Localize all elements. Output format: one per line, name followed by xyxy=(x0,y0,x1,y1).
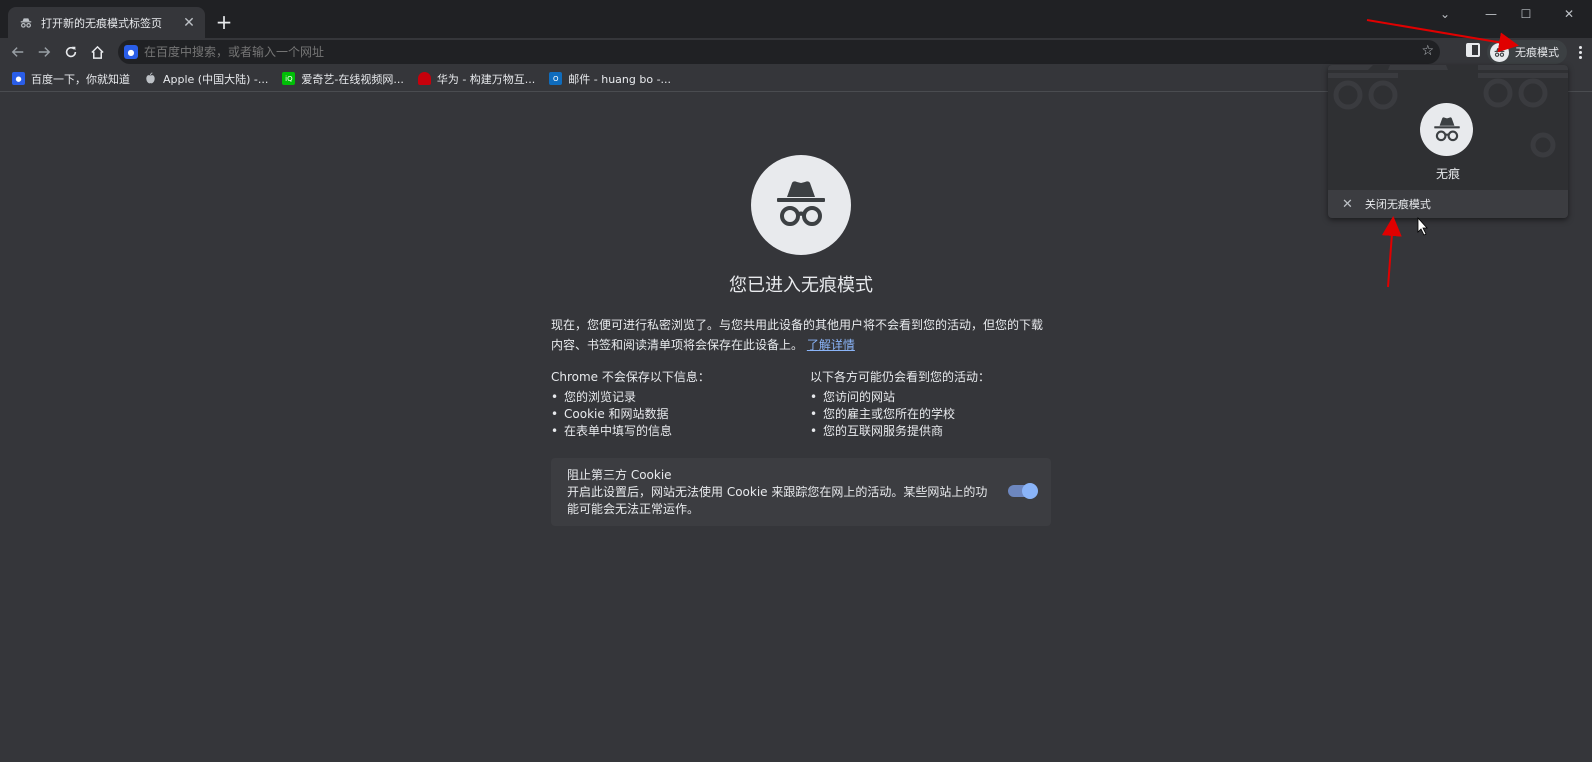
bookmark-label: Apple (中国大陆) -... xyxy=(163,72,269,86)
bookmark-label: 爱奇艺-在线视频网... xyxy=(301,72,404,86)
tab-search-icon[interactable]: ⌄ xyxy=(1422,4,1468,24)
list-item: 您访问的网站 xyxy=(810,389,1060,406)
list-item: 您的浏览记录 xyxy=(551,389,801,406)
cookie-title: 阻止第三方 Cookie xyxy=(567,468,672,482)
huawei-icon xyxy=(417,72,431,85)
iqiyi-icon: iQ xyxy=(282,72,296,85)
profile-menu-popup: 无痕 ✕ 关闭无痕模式 xyxy=(1328,65,1568,218)
more-menu-icon[interactable] xyxy=(1574,41,1586,63)
may-see-column: 以下各方可能仍会看到您的活动： 您访问的网站 您的雇主或您所在的学校 您的互联网… xyxy=(810,367,1060,440)
baidu-icon: ● xyxy=(12,72,25,85)
cookie-controls-card: 阻止第三方 Cookie 开启此设置后，网站无法使用 Cookie 来跟踪您在网… xyxy=(551,458,1051,526)
home-icon[interactable] xyxy=(86,41,108,63)
intro-paragraph: 现在，您便可进行私密浏览了。与您共用此设备的其他用户将不会看到您的活动，但您的下… xyxy=(551,318,1044,352)
list-item: Cookie 和网站数据 xyxy=(551,406,801,423)
not-saved-column: Chrome 不会保存以下信息： 您的浏览记录 Cookie 和网站数据 在表单… xyxy=(551,367,801,440)
bookmark-item[interactable]: O 邮件 - huang bo -... xyxy=(549,71,671,87)
tab-incognito[interactable]: 打开新的无痕模式标签页 ✕ xyxy=(8,7,205,38)
tab-title: 打开新的无痕模式标签页 xyxy=(41,16,162,30)
outlook-icon: O xyxy=(549,72,563,85)
toolbar: ● ☆ 无痕模式 xyxy=(0,38,1592,66)
bookmark-label: 邮件 - huang bo -... xyxy=(568,72,672,86)
popup-profile-name: 无痕 xyxy=(1435,167,1460,181)
reload-icon[interactable] xyxy=(60,41,82,63)
list-item: 在表单中填写的信息 xyxy=(551,423,801,440)
bookmark-item[interactable]: ● 百度一下，你就知道 xyxy=(12,71,130,87)
apple-icon xyxy=(144,72,157,85)
address-input[interactable] xyxy=(144,45,1404,59)
baidu-search-icon: ● xyxy=(124,45,138,59)
incognito-icon xyxy=(19,16,33,30)
bookmark-item[interactable]: iQ 爱奇艺-在线视频网... xyxy=(282,71,404,87)
maximize-button[interactable]: ☐ xyxy=(1503,4,1549,24)
close-tab-icon[interactable]: ✕ xyxy=(181,15,197,31)
incognito-banner: 无痕 xyxy=(1328,65,1568,190)
list-item: 您的互联网服务提供商 xyxy=(810,423,1060,440)
bookmark-label: 百度一下，你就知道 xyxy=(31,72,130,86)
bookmark-item[interactable]: Apple (中国大陆) -... xyxy=(144,71,268,87)
new-tab-button[interactable]: + xyxy=(212,12,236,34)
bookmark-label: 华为 - 构建万物互... xyxy=(436,72,536,86)
may-see-heading: 以下各方可能仍会看到您的活动： xyxy=(810,370,991,384)
incognito-avatar-icon xyxy=(1490,42,1509,62)
profile-button[interactable]: 无痕模式 xyxy=(1487,40,1567,64)
cookie-description: 开启此设置后，网站无法使用 Cookie 来跟踪您在网上的活动。某些网站上的功能… xyxy=(567,485,988,516)
learn-more-link[interactable]: 了解详情 xyxy=(807,338,855,352)
bookmark-star-icon[interactable]: ☆ xyxy=(1421,43,1434,59)
block-cookies-toggle[interactable] xyxy=(1008,483,1038,499)
list-item: 您的雇主或您所在的学校 xyxy=(810,406,1060,423)
back-icon[interactable] xyxy=(7,41,29,63)
not-saved-heading: Chrome 不会保存以下信息： xyxy=(551,370,710,384)
toggle-knob xyxy=(1022,483,1038,499)
bookmark-item[interactable]: 华为 - 构建万物互... xyxy=(417,71,536,87)
close-incognito-button[interactable]: ✕ 关闭无痕模式 xyxy=(1328,190,1568,218)
close-icon: ✕ xyxy=(1342,196,1353,212)
close-window-button[interactable]: ✕ xyxy=(1546,4,1592,24)
profile-label: 无痕模式 xyxy=(1515,46,1559,59)
page-title: 您已进入无痕模式 xyxy=(729,275,873,296)
close-incognito-label: 关闭无痕模式 xyxy=(1364,198,1431,211)
forward-icon[interactable] xyxy=(33,41,55,63)
incognito-hero-icon xyxy=(751,155,851,255)
tab-strip: 打开新的无痕模式标签页 ✕ + ⌄ — ☐ ✕ xyxy=(0,0,1592,38)
side-panel-icon[interactable] xyxy=(1466,43,1480,57)
omnibox[interactable]: ● ☆ xyxy=(118,40,1440,64)
popup-incognito-icon xyxy=(1420,103,1473,156)
intro-text: 现在，您便可进行私密浏览了。与您共用此设备的其他用户将不会看到您的活动，但您的下… xyxy=(551,315,1051,355)
